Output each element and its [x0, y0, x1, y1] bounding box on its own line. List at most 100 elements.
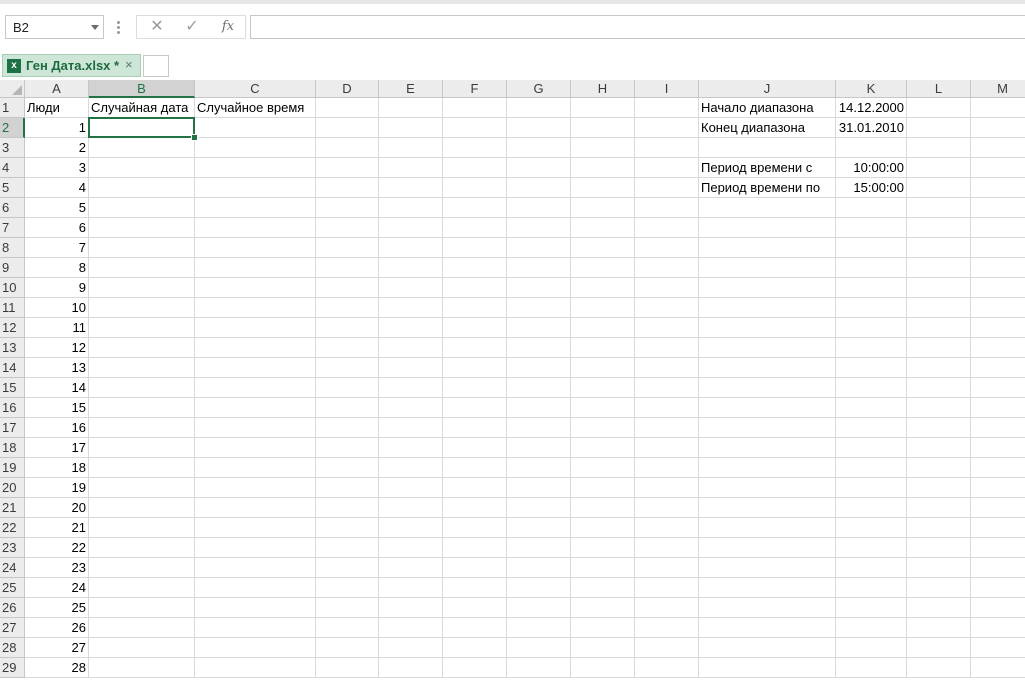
- cell-e2[interactable]: [379, 118, 443, 138]
- cell-h7[interactable]: [571, 218, 635, 238]
- cell-l2[interactable]: [907, 118, 971, 138]
- cell-i2[interactable]: [635, 118, 699, 138]
- cell-e14[interactable]: [379, 358, 443, 378]
- cell-d7[interactable]: [316, 218, 379, 238]
- cell-m19[interactable]: [971, 458, 1025, 478]
- cell-k25[interactable]: [836, 578, 907, 598]
- cell-i23[interactable]: [635, 538, 699, 558]
- cell-h8[interactable]: [571, 238, 635, 258]
- cell-d24[interactable]: [316, 558, 379, 578]
- cell-a10[interactable]: 9: [25, 278, 89, 298]
- cell-j16[interactable]: [699, 398, 836, 418]
- cell-a16[interactable]: 15: [25, 398, 89, 418]
- cell-j13[interactable]: [699, 338, 836, 358]
- cell-h23[interactable]: [571, 538, 635, 558]
- cell-k9[interactable]: [836, 258, 907, 278]
- cell-g17[interactable]: [507, 418, 571, 438]
- column-header-f[interactable]: F: [443, 80, 507, 98]
- cell-i20[interactable]: [635, 478, 699, 498]
- cell-e10[interactable]: [379, 278, 443, 298]
- cell-j22[interactable]: [699, 518, 836, 538]
- cell-m24[interactable]: [971, 558, 1025, 578]
- cell-j20[interactable]: [699, 478, 836, 498]
- cell-m26[interactable]: [971, 598, 1025, 618]
- row-header-15[interactable]: 15: [0, 378, 25, 398]
- cell-k3[interactable]: [836, 138, 907, 158]
- cell-e18[interactable]: [379, 438, 443, 458]
- row-header-28[interactable]: 28: [0, 638, 25, 658]
- cell-g1[interactable]: [507, 98, 571, 118]
- cell-j11[interactable]: [699, 298, 836, 318]
- cell-a6[interactable]: 5: [25, 198, 89, 218]
- cell-k4[interactable]: 10:00:00: [836, 158, 907, 178]
- cell-i29[interactable]: [635, 658, 699, 678]
- cell-c19[interactable]: [195, 458, 316, 478]
- cell-h13[interactable]: [571, 338, 635, 358]
- cell-g8[interactable]: [507, 238, 571, 258]
- cell-c7[interactable]: [195, 218, 316, 238]
- cell-a22[interactable]: 21: [25, 518, 89, 538]
- enter-check-icon[interactable]: ✓: [177, 16, 207, 38]
- cell-j12[interactable]: [699, 318, 836, 338]
- cell-h10[interactable]: [571, 278, 635, 298]
- cell-f28[interactable]: [443, 638, 507, 658]
- cell-m12[interactable]: [971, 318, 1025, 338]
- cell-b7[interactable]: [89, 218, 195, 238]
- cell-j21[interactable]: [699, 498, 836, 518]
- cell-j29[interactable]: [699, 658, 836, 678]
- cell-h15[interactable]: [571, 378, 635, 398]
- cell-b21[interactable]: [89, 498, 195, 518]
- cell-m17[interactable]: [971, 418, 1025, 438]
- cell-c17[interactable]: [195, 418, 316, 438]
- cell-l23[interactable]: [907, 538, 971, 558]
- cell-j23[interactable]: [699, 538, 836, 558]
- cell-b8[interactable]: [89, 238, 195, 258]
- cell-h28[interactable]: [571, 638, 635, 658]
- cell-l29[interactable]: [907, 658, 971, 678]
- cell-e15[interactable]: [379, 378, 443, 398]
- cell-g20[interactable]: [507, 478, 571, 498]
- cell-d10[interactable]: [316, 278, 379, 298]
- cell-b24[interactable]: [89, 558, 195, 578]
- cell-a8[interactable]: 7: [25, 238, 89, 258]
- cell-l5[interactable]: [907, 178, 971, 198]
- cell-l10[interactable]: [907, 278, 971, 298]
- row-header-19[interactable]: 19: [0, 458, 25, 478]
- cell-j25[interactable]: [699, 578, 836, 598]
- cell-d15[interactable]: [316, 378, 379, 398]
- cell-a23[interactable]: 22: [25, 538, 89, 558]
- cell-g27[interactable]: [507, 618, 571, 638]
- cell-e13[interactable]: [379, 338, 443, 358]
- cell-i8[interactable]: [635, 238, 699, 258]
- cell-m14[interactable]: [971, 358, 1025, 378]
- cell-e23[interactable]: [379, 538, 443, 558]
- cell-f17[interactable]: [443, 418, 507, 438]
- cell-e3[interactable]: [379, 138, 443, 158]
- cell-g10[interactable]: [507, 278, 571, 298]
- cell-f24[interactable]: [443, 558, 507, 578]
- cell-h21[interactable]: [571, 498, 635, 518]
- cell-b20[interactable]: [89, 478, 195, 498]
- cell-i11[interactable]: [635, 298, 699, 318]
- column-header-m[interactable]: M: [971, 80, 1025, 98]
- cell-k19[interactable]: [836, 458, 907, 478]
- cell-d20[interactable]: [316, 478, 379, 498]
- cell-g29[interactable]: [507, 658, 571, 678]
- cell-f22[interactable]: [443, 518, 507, 538]
- row-header-10[interactable]: 10: [0, 278, 25, 298]
- cell-b11[interactable]: [89, 298, 195, 318]
- cell-d28[interactable]: [316, 638, 379, 658]
- cell-k17[interactable]: [836, 418, 907, 438]
- row-header-26[interactable]: 26: [0, 598, 25, 618]
- cell-f23[interactable]: [443, 538, 507, 558]
- cell-i24[interactable]: [635, 558, 699, 578]
- cell-l21[interactable]: [907, 498, 971, 518]
- row-header-17[interactable]: 17: [0, 418, 25, 438]
- cell-g2[interactable]: [507, 118, 571, 138]
- cell-m27[interactable]: [971, 618, 1025, 638]
- cell-h25[interactable]: [571, 578, 635, 598]
- row-header-1[interactable]: 1: [0, 98, 25, 118]
- cell-a12[interactable]: 11: [25, 318, 89, 338]
- cell-b9[interactable]: [89, 258, 195, 278]
- cell-m3[interactable]: [971, 138, 1025, 158]
